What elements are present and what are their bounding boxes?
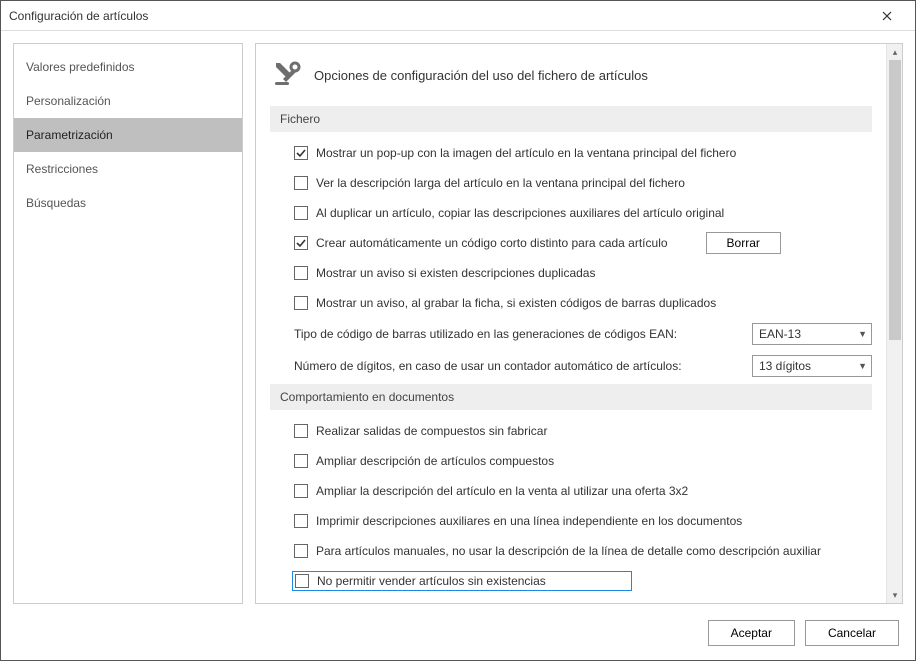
option-row: Ampliar descripción de artículos compues… <box>294 450 872 472</box>
dialog-body: Valores predefinidos Personalización Par… <box>1 31 915 616</box>
sidebar-item-label: Parametrización <box>26 128 113 142</box>
highlight-box: No permitir vender artículos sin existen… <box>292 571 632 591</box>
content-area: Opciones de configuración del uso del fi… <box>256 44 886 603</box>
checkbox-ampliar-oferta-3x2[interactable] <box>294 484 308 498</box>
checkbox-label: Para artículos manuales, no usar la desc… <box>316 544 821 558</box>
checkbox-label: Al duplicar un artículo, copiar las desc… <box>316 206 724 220</box>
sidebar-item-personalizacion[interactable]: Personalización <box>14 84 242 118</box>
checkbox-popup-imagen[interactable] <box>294 146 308 160</box>
section-title: Fichero <box>280 112 320 126</box>
checkbox-label: Mostrar un aviso si existen descripcione… <box>316 266 595 280</box>
sidebar-item-label: Valores predefinidos <box>26 60 135 74</box>
checkbox-label: Imprimir descripciones auxiliares en una… <box>316 514 742 528</box>
scroll-down-arrow[interactable]: ▾ <box>887 587 903 603</box>
scrollbar-thumb[interactable] <box>889 60 901 340</box>
tools-icon <box>270 58 304 92</box>
checkbox-aviso-desc-dup[interactable] <box>294 266 308 280</box>
option-row: Número de dígitos, en caso de usar un co… <box>294 354 872 378</box>
checkbox-label: Ampliar descripción de artículos compues… <box>316 454 554 468</box>
checkbox-duplicar-copiar[interactable] <box>294 206 308 220</box>
field-label: Tipo de código de barras utilizado en la… <box>294 327 677 341</box>
vertical-scrollbar[interactable]: ▴ ▾ <box>886 44 902 603</box>
chevron-down-icon: ▼ <box>852 361 867 371</box>
section-title: Comportamiento en documentos <box>280 390 454 404</box>
option-row: Ver la descripción larga del artículo en… <box>294 172 872 194</box>
checkbox-codigo-corto[interactable] <box>294 236 308 250</box>
field-label: Número de dígitos, en caso de usar un co… <box>294 359 682 373</box>
option-row: Crear códigos de barras automáticos desd… <box>294 600 872 603</box>
window-title: Configuración de artículos <box>9 9 148 23</box>
checkbox-label: Realizar salidas de compuestos sin fabri… <box>316 424 547 438</box>
select-tipo-barras[interactable]: EAN-13 ▼ <box>752 323 872 345</box>
option-row: Mostrar un aviso, al grabar la ficha, si… <box>294 292 872 314</box>
checkbox-aviso-barras-dup[interactable] <box>294 296 308 310</box>
checkbox-label: Mostrar un pop-up con la imagen del artí… <box>316 146 736 160</box>
option-row: Al duplicar un artículo, copiar las desc… <box>294 202 872 224</box>
option-row: Para artículos manuales, no usar la desc… <box>294 540 872 562</box>
sidebar-item-busquedas[interactable]: Búsquedas <box>14 186 242 220</box>
checkbox-manuales-nodesc[interactable] <box>294 544 308 558</box>
sidebar-item-label: Restricciones <box>26 162 98 176</box>
page-title: Opciones de configuración del uso del fi… <box>314 68 648 83</box>
sidebar: Valores predefinidos Personalización Par… <box>13 43 243 604</box>
dialog-window: Configuración de artículos Valores prede… <box>0 0 916 661</box>
section-header-fichero: Fichero <box>270 106 872 132</box>
checkbox-label: No permitir vender artículos sin existen… <box>317 574 546 588</box>
checkbox-label: Ampliar la descripción del artículo en l… <box>316 484 688 498</box>
titlebar: Configuración de artículos <box>1 1 915 31</box>
accept-button[interactable]: Aceptar <box>708 620 795 646</box>
option-row: Ampliar la descripción del artículo en l… <box>294 480 872 502</box>
sidebar-item-label: Personalización <box>26 94 111 108</box>
sidebar-item-label: Búsquedas <box>26 196 86 210</box>
scroll-up-arrow[interactable]: ▴ <box>887 44 903 60</box>
checkbox-imprimir-aux[interactable] <box>294 514 308 528</box>
borrar-button[interactable]: Borrar <box>706 232 781 254</box>
option-row: Imprimir descripciones auxiliares en una… <box>294 510 872 532</box>
main-panel: Opciones de configuración del uso del fi… <box>255 43 903 604</box>
sidebar-item-restricciones[interactable]: Restricciones <box>14 152 242 186</box>
chevron-down-icon: ▼ <box>852 329 867 339</box>
checkbox-label: Mostrar un aviso, al grabar la ficha, si… <box>316 296 716 310</box>
checkbox-sin-existencias[interactable] <box>295 574 309 588</box>
checkbox-desc-larga[interactable] <box>294 176 308 190</box>
select-value: EAN-13 <box>759 327 801 341</box>
checkbox-label: Ver la descripción larga del artículo en… <box>316 176 685 190</box>
checkbox-label: Crear automáticamente un código corto di… <box>316 236 668 250</box>
section-body-fichero: Mostrar un pop-up con la imagen del artí… <box>270 132 886 384</box>
sidebar-item-parametrizacion[interactable]: Parametrización <box>14 118 242 152</box>
page-header: Opciones de configuración del uso del fi… <box>270 58 886 92</box>
dialog-footer: Aceptar Cancelar <box>1 616 915 660</box>
close-icon <box>882 11 892 21</box>
option-row: Mostrar un pop-up con la imagen del artí… <box>294 142 872 164</box>
close-button[interactable] <box>867 2 907 30</box>
checkbox-salidas-compuestos[interactable] <box>294 424 308 438</box>
option-row-highlighted: No permitir vender artículos sin existen… <box>294 570 872 592</box>
select-num-digitos[interactable]: 13 dígitos ▼ <box>752 355 872 377</box>
cancel-button[interactable]: Cancelar <box>805 620 899 646</box>
section-header-comportamiento: Comportamiento en documentos <box>270 384 872 410</box>
section-body-comportamiento: Realizar salidas de compuestos sin fabri… <box>270 410 886 603</box>
option-row: Crear automáticamente un código corto di… <box>294 232 872 254</box>
checkbox-ampliar-desc-compuestos[interactable] <box>294 454 308 468</box>
option-row: Mostrar un aviso si existen descripcione… <box>294 262 872 284</box>
option-row: Realizar salidas de compuestos sin fabri… <box>294 420 872 442</box>
sidebar-item-valores-predefinidos[interactable]: Valores predefinidos <box>14 50 242 84</box>
option-row: Tipo de código de barras utilizado en la… <box>294 322 872 346</box>
select-value: 13 dígitos <box>759 359 811 373</box>
